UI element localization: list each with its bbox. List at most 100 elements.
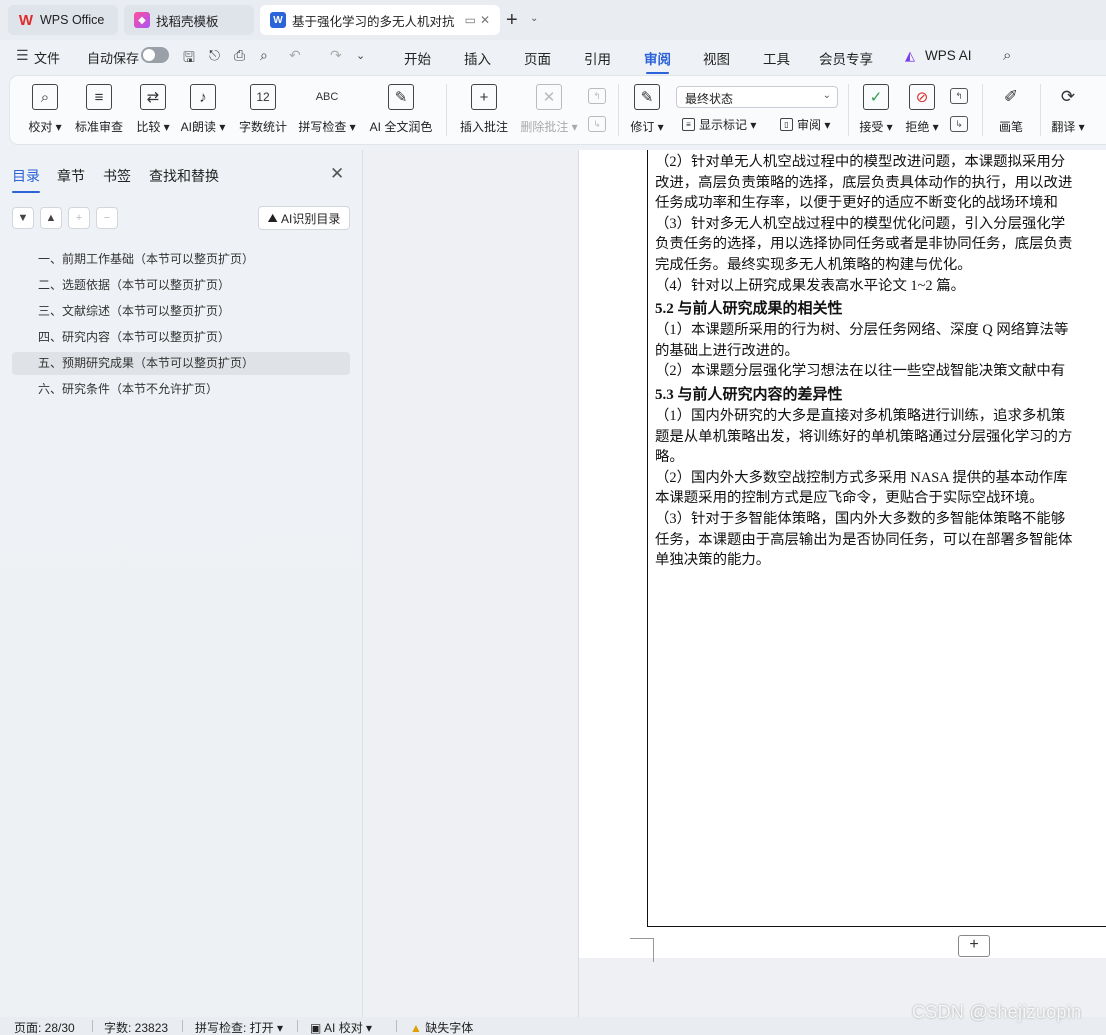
collapse-chevron-up-icon[interactable]: ▲ (40, 207, 62, 229)
tab-document[interactable]: W 基于强化学习的多无人机对抗 ▭ ✕ (260, 5, 500, 35)
document-body[interactable]: （2）针对单无人机空战过程中的模型改进问题，本课题拟采用分 改进，高层负责策略的… (655, 152, 1106, 571)
toc-item[interactable]: 二、选题依据（本节可以整页扩页） (12, 274, 350, 297)
doc-line: 题是从单机策略出发，将训练好的单机策略通过分层强化学习的方 (655, 428, 1073, 445)
close-tab-icon[interactable]: ✕ (480, 13, 490, 27)
tab-page[interactable]: 页面 (524, 48, 551, 68)
toc-item-selected[interactable]: 五、预期研究成果（本节可以整页扩页） (12, 352, 350, 375)
tab-tools[interactable]: 工具 (763, 48, 790, 68)
tab-review[interactable]: 审阅 (644, 48, 671, 74)
more-chevron-icon[interactable]: ⌄ (356, 49, 365, 62)
expand-all-chevron-down-icon[interactable]: ▼ (12, 207, 34, 229)
ai-polish-button[interactable]: ✎ AI 全文润色 (368, 80, 434, 140)
pen-icon: ✐ (1003, 87, 1019, 106)
search-icon[interactable]: ⌕ (1003, 47, 1011, 64)
hamburger-menu-icon[interactable]: ☰ (16, 47, 29, 64)
tab-wps-office[interactable]: W WPS Office (8, 5, 118, 35)
toc-item[interactable]: 四、研究内容（本节可以整页扩页） (12, 326, 350, 349)
doc-line: 单独决策的能力。 (655, 552, 771, 569)
translate-button[interactable]: ⟳ 翻译 ▾ (1048, 80, 1088, 140)
accept-check-icon: ✓ (863, 84, 889, 110)
toc-item[interactable]: 三、文献综述（本节可以整页扩页） (12, 300, 350, 323)
close-panel-icon[interactable]: ✕ (330, 164, 344, 184)
undo-icon[interactable]: ↶ (289, 47, 301, 64)
word-count-indicator[interactable]: 字数: 23823 (104, 1019, 168, 1035)
ribbon-divider (848, 84, 849, 136)
new-tab-plus-icon[interactable]: + (506, 9, 518, 32)
show-marks-button[interactable]: ≡ 显示标记 ▾ (682, 116, 756, 133)
file-menu[interactable]: 文件 (34, 48, 60, 67)
nav-tab-sections[interactable]: 章节 (57, 166, 85, 186)
nav-tab-toc[interactable]: 目录 (12, 166, 40, 193)
tab-view[interactable]: 视图 (703, 48, 730, 68)
status-divider (182, 1020, 183, 1032)
share-icon[interactable]: ⎋ (209, 47, 220, 64)
reject-label: 拒绝 (905, 120, 930, 134)
ribbon-divider (982, 84, 983, 136)
compare-label: 比较 (136, 120, 161, 134)
next-change-icon[interactable]: ↳ (950, 116, 968, 132)
spell-check-status[interactable]: 拼写检查: 打开 ▾ (195, 1019, 283, 1035)
page-indicator[interactable]: 页面: 28/30 (14, 1019, 75, 1035)
previous-comment-icon[interactable]: ↰ (588, 88, 606, 104)
review-pane-button[interactable]: ▯ 审阅 ▾ (780, 116, 830, 133)
reject-button[interactable]: ⊘ 拒绝 ▾ (902, 80, 942, 140)
save-icon[interactable]: 🖫 (183, 47, 195, 71)
display-state-select[interactable]: 最终状态 ⌄ (676, 86, 838, 108)
ai-recognize-toc-button[interactable]: ⛰ AI识别目录 (258, 206, 350, 230)
delete-comment-icon: ✕ (536, 84, 562, 110)
nav-tab-bookmarks[interactable]: 书签 (103, 166, 131, 186)
autosave-toggle[interactable] (141, 47, 169, 63)
remove-heading-minus-icon[interactable]: − (96, 207, 118, 229)
tab-home[interactable]: 开始 (404, 48, 431, 68)
delete-comment-button[interactable]: ✕ 删除批注 ▾ (519, 80, 579, 140)
ai-toc-label: AI识别目录 (281, 211, 341, 226)
revise-button[interactable]: ✎ 修订 ▾ (628, 80, 666, 140)
doc-line: 本课题采用的控制方式是应飞命令，更贴合于实际空战环境。 (655, 490, 1044, 507)
ai-read-aloud-button[interactable]: ♪ AI朗读 ▾ (180, 80, 226, 140)
accept-button[interactable]: ✓ 接受 ▾ (856, 80, 896, 140)
spell-check-status-label: 拼写检查: 打开 (195, 1021, 274, 1035)
ai-proofread-status[interactable]: ▣ AI 校对 ▾ (310, 1019, 372, 1035)
status-divider (297, 1020, 298, 1032)
ai-proof-label: AI 校对 (324, 1021, 363, 1035)
status-divider (92, 1020, 93, 1032)
add-heading-plus-icon[interactable]: + (68, 207, 90, 229)
ai-read-label: AI朗读 (180, 120, 216, 134)
compare-icon: ⇄ (140, 84, 166, 110)
word-count-button[interactable]: 12 字数统计 (238, 80, 288, 140)
standard-review-button[interactable]: ≡ 标准审查 (74, 80, 124, 140)
autosave-label: 自动保存 (87, 51, 140, 66)
add-page-plus-icon[interactable]: + (958, 935, 990, 957)
missing-font-status[interactable]: ▲ 缺失字体 (410, 1019, 473, 1035)
nav-tab-find-replace[interactable]: 查找和替换 (149, 166, 219, 186)
spell-check-label: 拼写检查 (298, 120, 347, 134)
spell-check-button[interactable]: ABC 拼写检查 ▾ (298, 80, 356, 140)
toc-item[interactable]: 一、前期工作基础（本节可以整页扩页） (12, 248, 350, 271)
tab-list-chevron-icon[interactable]: ⌄ (530, 13, 538, 24)
ai-toc-icon: ⛰ (267, 210, 278, 225)
tab-member[interactable]: 会员专享 (819, 48, 873, 68)
print-preview-icon[interactable]: ⌕ (260, 47, 268, 64)
revise-label: 修订 (630, 120, 655, 134)
proofread-button[interactable]: ⌕ 校对 ▾ (26, 80, 64, 140)
monitor-icon[interactable]: ▭ (465, 13, 476, 27)
redo-icon[interactable]: ↷ (330, 47, 342, 64)
insert-comment-button[interactable]: + 插入批注 (458, 80, 510, 140)
ai-polish-icon: ✎ (388, 84, 414, 110)
next-comment-icon[interactable]: ↳ (588, 116, 606, 132)
warning-icon: ▲ (410, 1021, 422, 1035)
toc-item[interactable]: 六、研究条件（本节不允许扩页） (12, 378, 350, 401)
tab-insert[interactable]: 插入 (464, 48, 491, 68)
previous-change-icon[interactable]: ↰ (950, 88, 968, 104)
tab-daoke-templates[interactable]: ◆ 找稻壳模板 (124, 5, 254, 35)
tab-wps-ai[interactable]: WPS AI (925, 48, 972, 63)
ai-polish-label: AI 全文润色 (369, 120, 433, 134)
print-icon[interactable]: ⎙ (234, 47, 245, 64)
doc-line: （3）针对多无人机空战过程中的模型优化问题，引入分层强化学 (655, 215, 1066, 232)
wps-ai-logo-icon: ◭ (905, 48, 915, 63)
tab-references[interactable]: 引用 (584, 48, 611, 68)
pen-button[interactable]: ✐ 画笔 (992, 80, 1030, 140)
doc-line: 的基础上进行改进的。 (655, 342, 799, 359)
doc-line: 任务成功率和生存率，以便于更好的适应不断变化的战场环境和 (655, 195, 1058, 212)
compare-button[interactable]: ⇄ 比较 ▾ (134, 80, 172, 140)
